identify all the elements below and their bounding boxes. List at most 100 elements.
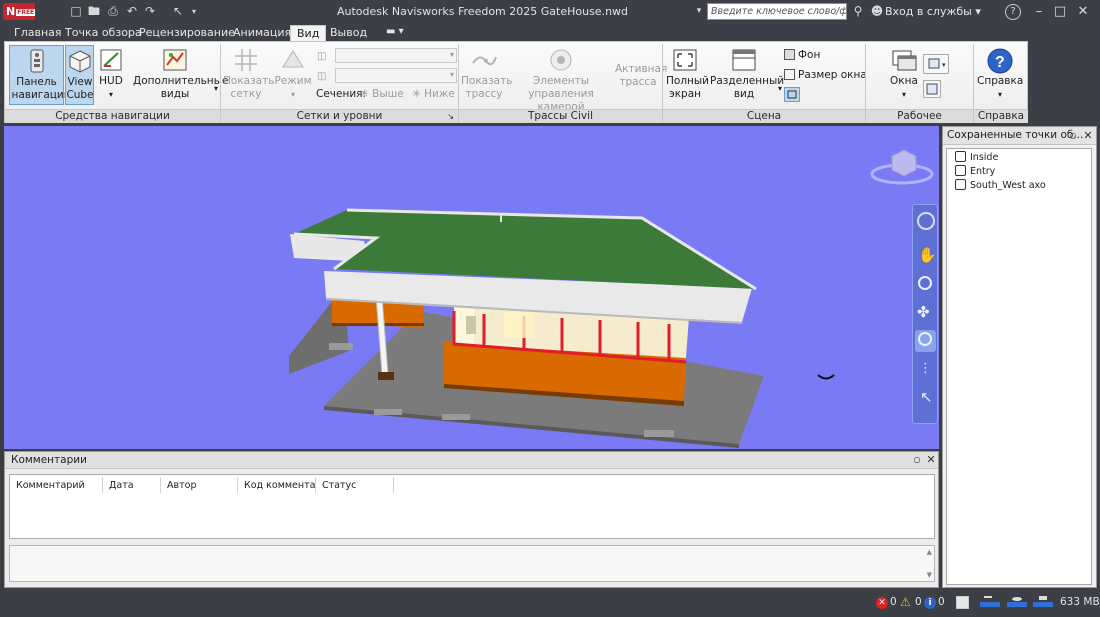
window-title: Autodesk Navisworks Freedom 2025 GateHou… xyxy=(337,5,629,18)
server-progress-icon[interactable] xyxy=(1031,595,1055,610)
new-file-icon[interactable]: □ xyxy=(68,4,84,19)
title-bar: N FREE □ 🖿 ⎙ ↶ ↷ ↖ ▾ Autodesk Navisworks … xyxy=(0,0,1100,23)
column-header[interactable]: Комментарий xyxy=(10,477,103,493)
load-workspace-button[interactable]: ▾ xyxy=(923,54,949,74)
disk-progress-icon[interactable] xyxy=(1005,595,1029,610)
alignment-icon xyxy=(470,47,498,73)
zoom-icon[interactable] xyxy=(918,276,932,290)
viewpoint-item[interactable]: South_West axo xyxy=(955,179,1046,193)
signin-menu[interactable]: Вход в службы ▾ xyxy=(885,5,981,18)
open-icon[interactable]: 🖿 xyxy=(86,4,102,19)
split-view-button[interactable]: Разделенный вид xyxy=(709,45,784,105)
comment-text-area[interactable]: ▲ ▼ xyxy=(9,545,935,582)
select-icon[interactable]: ↖ xyxy=(920,388,933,406)
search-input[interactable]: Введите ключевое слово/фразу xyxy=(707,3,847,20)
tab-review[interactable]: Рецензирование xyxy=(133,25,241,41)
viewpoint-icon xyxy=(955,179,966,190)
scene-toggle-button[interactable] xyxy=(784,87,800,102)
tab-view[interactable]: Вид xyxy=(290,25,327,41)
show-grid-button: Показать сетку xyxy=(222,45,274,105)
comments-table[interactable]: Комментарий Дата Автор Код коммента... С… xyxy=(9,474,935,539)
qat-dropdown-icon[interactable]: ▾ xyxy=(186,4,202,19)
steering-wheel-icon[interactable] xyxy=(917,212,935,230)
error-icon[interactable]: ✕ xyxy=(876,597,888,609)
info-count: 0 xyxy=(938,596,945,608)
info-icon[interactable]: i xyxy=(924,597,936,609)
walk-icon[interactable]: ⋮ xyxy=(919,361,932,376)
pan-icon[interactable]: ✋ xyxy=(918,246,937,264)
pin-icon[interactable]: ○ xyxy=(911,454,923,466)
extra-views-icon xyxy=(161,47,189,73)
viewcube xyxy=(870,149,934,185)
close-panel-icon[interactable]: ✕ xyxy=(1082,130,1094,142)
nav-panel-button[interactable]: Панель навигации xyxy=(9,45,71,105)
column-header[interactable]: Автор xyxy=(161,477,238,493)
comments-panel: Комментарии ○ ✕ Комментарий Дата Автор К… xyxy=(4,451,939,588)
view-cube-button[interactable]: View Cube xyxy=(65,45,94,105)
scroll-down-icon[interactable]: ▼ xyxy=(927,571,932,579)
civil-panel-title: Трассы Civil xyxy=(459,109,662,123)
background-button[interactable]: Фон xyxy=(784,49,820,61)
full-screen-icon xyxy=(671,47,699,73)
window-size-icon xyxy=(784,69,795,80)
user-icon[interactable]: ☻ xyxy=(869,4,885,19)
background-icon xyxy=(784,49,795,60)
window-size-button[interactable]: Размер окна xyxy=(784,69,867,81)
orbit-icon[interactable]: ✤ xyxy=(917,303,930,321)
nav-tools-panel-title: Средства навигации xyxy=(5,109,220,123)
3d-viewport[interactable]: ✋ ✤ ⋮ ↖ xyxy=(4,126,939,449)
grids-panel-title: Сетки и уровни ↘ xyxy=(221,109,458,123)
windows-icon xyxy=(890,47,918,73)
hud-icon xyxy=(99,47,123,73)
column-header[interactable]: Код коммента... xyxy=(238,477,316,493)
close-icon[interactable]: ✕ xyxy=(1069,2,1097,21)
select-cursor-icon[interactable]: ↖ xyxy=(170,4,186,19)
hud-button[interactable]: HUD ▾ xyxy=(96,45,126,105)
column-header[interactable]: Статус xyxy=(316,477,394,493)
split-view-dropdown-icon[interactable]: ▾ xyxy=(778,84,782,93)
orbit-cursor xyxy=(817,374,835,380)
column-header[interactable]: Дата xyxy=(103,477,161,493)
app-menu-button[interactable]: N FREE xyxy=(3,3,36,20)
help-icon[interactable]: ? xyxy=(1005,4,1021,20)
binoculars-icon[interactable]: ⚲ xyxy=(850,4,866,19)
level-color-select: ▾ xyxy=(335,68,457,83)
nav-panel-icon xyxy=(23,48,51,74)
camera-controls-button: Элементы управления камерой xyxy=(509,45,613,113)
level-icon: ◫ xyxy=(317,51,327,62)
extra-views-button[interactable]: Дополнительные виды xyxy=(132,45,228,105)
viewpoints-tree[interactable]: Inside Entry South_West axo xyxy=(946,148,1092,585)
ribbon: Панель навигации View Cube HUD ▾ Дополнит… xyxy=(0,41,1100,135)
windows-button[interactable]: Окна ▾ xyxy=(887,45,921,105)
redo-icon[interactable]: ↷ xyxy=(142,4,158,19)
show-alignment-button: Показать трассу xyxy=(460,45,512,105)
close-panel-icon[interactable]: ✕ xyxy=(925,454,937,466)
memory-usage: 633 MB xyxy=(1060,596,1100,608)
grid-mode-icon xyxy=(279,47,307,73)
undo-icon[interactable]: ↶ xyxy=(124,4,140,19)
extra-views-dropdown-icon[interactable]: ▾ xyxy=(214,84,218,93)
look-icon[interactable] xyxy=(915,330,936,352)
print-icon[interactable]: ⎙ xyxy=(105,4,121,19)
pencil-progress-icon[interactable] xyxy=(978,595,1002,610)
pin-icon[interactable]: ○ xyxy=(1067,130,1079,142)
save-workspace-button[interactable] xyxy=(923,80,941,98)
warning-icon[interactable]: ⚠ xyxy=(900,595,911,609)
full-screen-button[interactable]: Полный экран xyxy=(665,45,709,105)
model-scene xyxy=(289,149,934,448)
viewpoint-item[interactable]: Inside xyxy=(955,151,998,165)
search-dropdown-icon[interactable]: ▾ xyxy=(691,4,707,19)
below-button: ✳ Ниже xyxy=(412,88,455,100)
help-panel-title: Справка xyxy=(974,109,1028,123)
help-button[interactable]: ? Справка ▾ xyxy=(977,45,1023,105)
tab-extra-dropdown[interactable]: ▬ ▾ xyxy=(380,25,410,41)
sheet-browser-icon[interactable] xyxy=(956,596,969,609)
svg-text:?: ? xyxy=(995,54,1005,71)
tab-output[interactable]: Вывод xyxy=(324,25,373,41)
viewpoint-item[interactable]: Entry xyxy=(955,165,995,179)
tab-animation[interactable]: Анимация xyxy=(227,25,297,41)
warning-count: 0 xyxy=(915,596,922,608)
scroll-up-icon[interactable]: ▲ xyxy=(927,548,932,556)
comments-header: Комментарии xyxy=(5,452,938,469)
viewpoint-icon xyxy=(955,151,966,162)
